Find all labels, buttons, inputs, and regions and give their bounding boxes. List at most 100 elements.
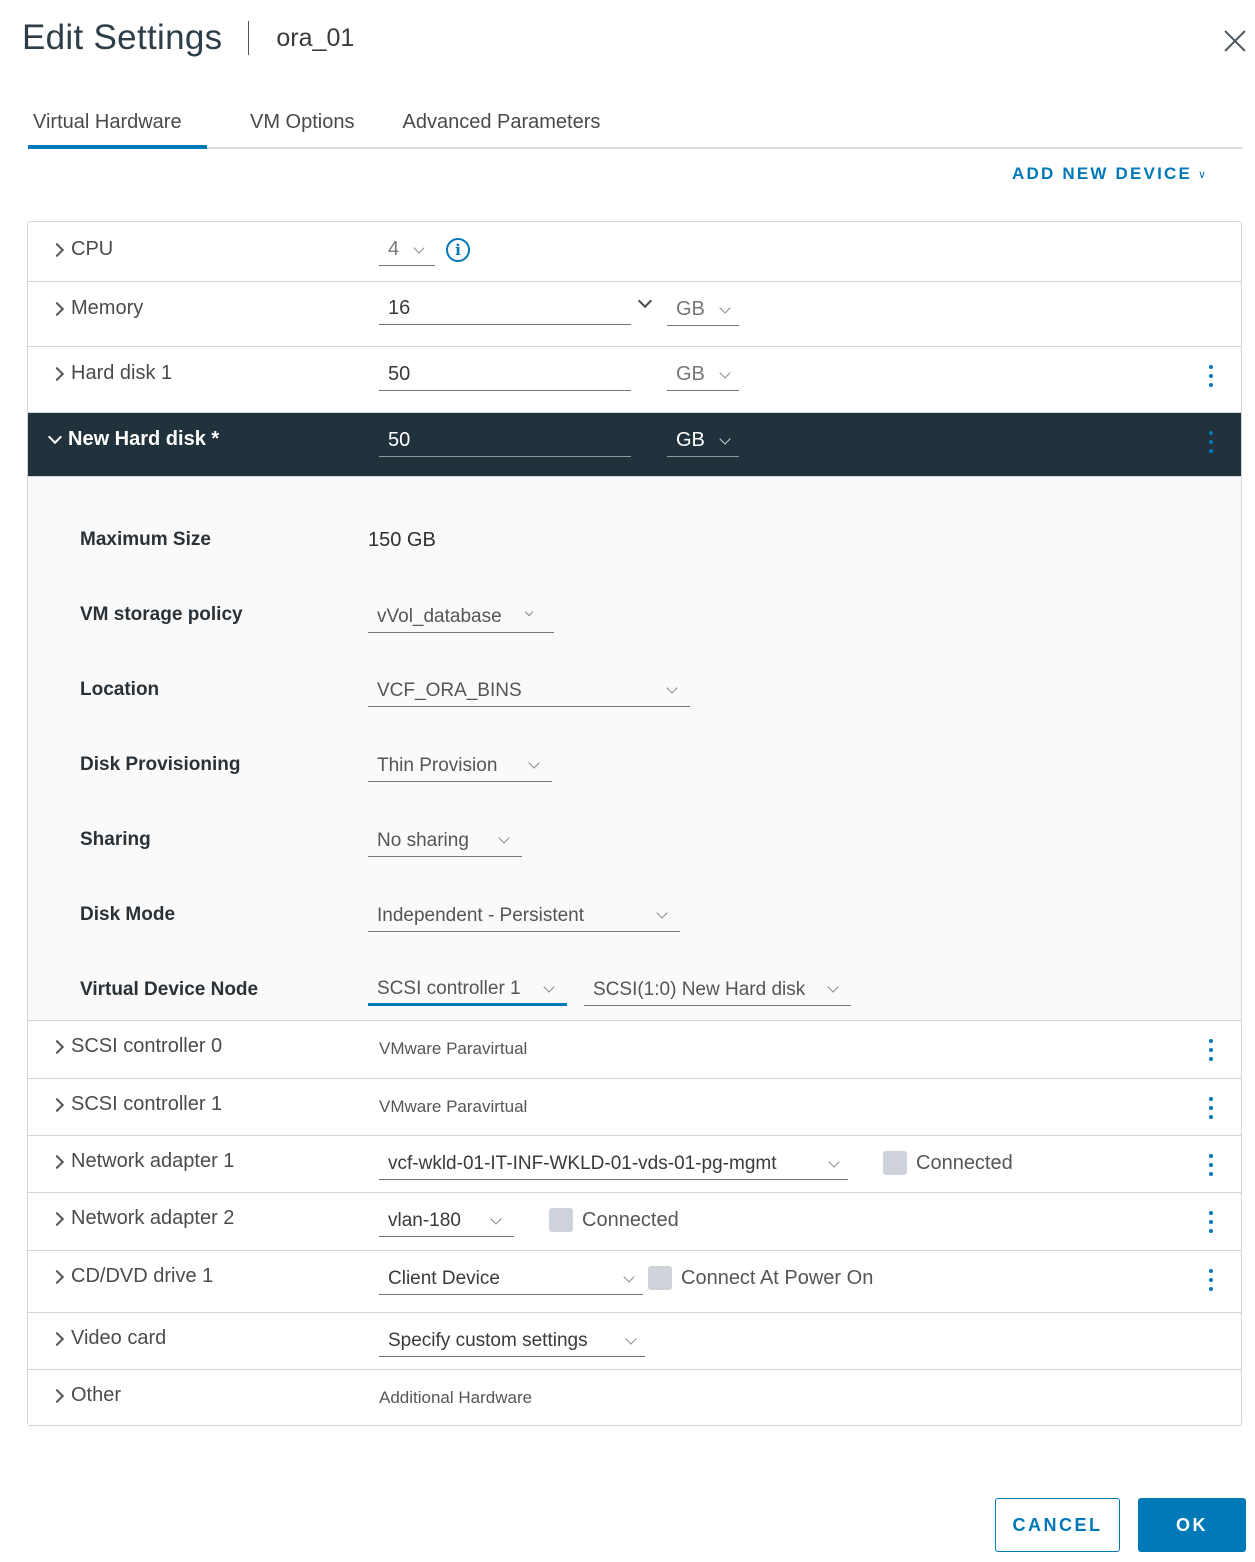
info-icon[interactable]: i (446, 238, 470, 262)
checkbox-label: Connected (582, 1208, 679, 1231)
checkbox-label: Connect At Power On (681, 1266, 874, 1289)
hard-disk-1-size-input[interactable]: 50 (379, 359, 631, 391)
row-label: Video card (71, 1327, 167, 1349)
expand-hard-disk-1[interactable]: Hard disk 1 (49, 362, 172, 385)
disk-mode-value: Independent - Persistent (377, 904, 585, 926)
network-adapter-1-connected-checkbox[interactable]: Connected (883, 1151, 1013, 1175)
kebab-menu-icon[interactable] (1206, 431, 1216, 457)
disk-provisioning-select[interactable]: Thin Provision (368, 750, 552, 782)
chevron-down-icon (498, 832, 510, 844)
dialog-title: Edit Settings (22, 18, 223, 57)
cancel-button[interactable]: CANCEL (995, 1498, 1120, 1552)
add-new-device-button[interactable]: ADD NEW DEVICE ∨ (1012, 164, 1208, 184)
chevron-right-icon (49, 301, 65, 316)
hardware-row-video-card: Video card Specify custom settings (28, 1313, 1241, 1370)
scsi-node-select[interactable]: SCSI(1:0) New Hard disk (584, 974, 851, 1006)
kebab-menu-icon[interactable] (1206, 1097, 1216, 1123)
row-label: CD/DVD drive 1 (71, 1265, 214, 1287)
cd-dvd-value: Client Device (388, 1267, 500, 1289)
collapse-new-hard-disk[interactable]: New Hard disk * (47, 428, 220, 451)
tab-advanced-parameters[interactable]: Advanced Parameters (397, 108, 605, 149)
expand-network-adapter-2[interactable]: Network adapter 2 (49, 1207, 234, 1230)
hardware-row-cpu: CPU 4 i (28, 222, 1241, 282)
storage-policy-select[interactable]: vVol_database (368, 601, 554, 633)
row-label: CPU (71, 238, 114, 260)
expand-cpu[interactable]: CPU (49, 238, 114, 261)
kebab-menu-icon[interactable] (1206, 1039, 1216, 1065)
chevron-down-icon (413, 242, 425, 254)
chevron-down-icon (666, 682, 678, 694)
tab-vm-options[interactable]: VM Options (245, 108, 359, 149)
expand-other[interactable]: Other (49, 1384, 121, 1407)
kebab-menu-icon[interactable] (1206, 365, 1216, 391)
sharing-label: Sharing (80, 829, 151, 850)
connect-at-power-on-checkbox[interactable]: Connect At Power On (648, 1266, 873, 1290)
chevron-down-icon (719, 433, 731, 445)
chevron-right-icon (49, 1097, 65, 1112)
new-hard-disk-size-input[interactable]: 50 (379, 425, 631, 457)
memory-unit-value: GB (676, 298, 705, 320)
chevron-down-icon (47, 429, 63, 444)
network-adapter-1-value: vcf-wkld-01-IT-INF-WKLD-01-vds-01-pg-mgm… (388, 1152, 777, 1174)
location-value: VCF_ORA_BINS (377, 679, 522, 701)
chevron-down-icon (827, 981, 839, 993)
network-adapter-2-value: vlan-180 (388, 1209, 461, 1231)
expand-scsi-controller-0[interactable]: SCSI controller 0 (49, 1035, 223, 1058)
max-size-label: Maximum Size (80, 529, 211, 550)
chevron-down-icon (828, 1156, 840, 1168)
other-description: Additional Hardware (379, 1388, 533, 1407)
cd-dvd-select[interactable]: Client Device (379, 1263, 643, 1295)
location-select[interactable]: VCF_ORA_BINS (368, 675, 690, 707)
chevron-right-icon (49, 366, 65, 381)
ok-button[interactable]: OK (1138, 1498, 1246, 1552)
scsi-controller-1-type: VMware Paravirtual (379, 1097, 528, 1116)
expand-network-adapter-1[interactable]: Network adapter 1 (49, 1150, 235, 1173)
storage-policy-label: VM storage policy (80, 604, 243, 625)
disk-mode-select[interactable]: Independent - Persistent (368, 900, 680, 932)
title-divider (248, 21, 250, 55)
checkbox-box (883, 1151, 907, 1175)
memory-size-input[interactable]: 16 (379, 293, 631, 325)
hard-disk-1-unit-select[interactable]: GB (667, 359, 739, 391)
row-label: SCSI controller 0 (71, 1035, 223, 1057)
chevron-down-icon (656, 907, 668, 919)
row-label: New Hard disk * (68, 428, 220, 450)
network-adapter-1-select[interactable]: vcf-wkld-01-IT-INF-WKLD-01-vds-01-pg-mgm… (379, 1148, 848, 1180)
chevron-down-icon[interactable] (637, 293, 653, 309)
hardware-row-network-adapter-2: Network adapter 2 vlan-180 Connected (28, 1193, 1241, 1251)
hardware-row-new-hard-disk: New Hard disk * 50 GB (28, 413, 1241, 477)
kebab-menu-icon[interactable] (1206, 1211, 1216, 1237)
scsi-controller-value: SCSI controller 1 (377, 977, 521, 999)
video-card-select[interactable]: Specify custom settings (379, 1325, 645, 1357)
chevron-right-icon (49, 1269, 65, 1284)
network-adapter-2-connected-checkbox[interactable]: Connected (549, 1208, 679, 1232)
chevron-right-icon (49, 1154, 65, 1169)
memory-unit-select[interactable]: GB (667, 294, 739, 326)
row-label: Network adapter 1 (71, 1150, 235, 1172)
expand-cd-dvd-drive-1[interactable]: CD/DVD drive 1 (49, 1265, 214, 1288)
sharing-select[interactable]: No sharing (368, 825, 522, 857)
close-icon[interactable] (1222, 28, 1248, 54)
new-hard-disk-unit-select[interactable]: GB (667, 425, 739, 457)
new-hard-disk-size-value: 50 (388, 429, 411, 451)
expand-video-card[interactable]: Video card (49, 1327, 167, 1350)
virtual-hardware-list: CPU 4 i Memory 16 GB Hard disk 1 50 GB N… (27, 221, 1242, 1426)
kebab-menu-icon[interactable] (1206, 1154, 1216, 1180)
cpu-count-select[interactable]: 4 (379, 234, 435, 266)
cpu-count-value: 4 (388, 238, 400, 260)
scsi-node-value: SCSI(1:0) New Hard disk (593, 978, 806, 1000)
expand-memory[interactable]: Memory (49, 297, 143, 320)
network-adapter-2-select[interactable]: vlan-180 (379, 1205, 514, 1237)
scsi-controller-select[interactable]: SCSI controller 1 (368, 974, 567, 1006)
add-new-device-label: ADD NEW DEVICE (1012, 164, 1193, 183)
vm-name: ora_01 (276, 23, 355, 52)
expand-scsi-controller-1[interactable]: SCSI controller 1 (49, 1093, 223, 1116)
chevron-right-icon (49, 242, 65, 257)
chevron-right-icon (49, 1331, 65, 1346)
tab-virtual-hardware[interactable]: Virtual Hardware (28, 108, 207, 149)
kebab-menu-icon[interactable] (1206, 1269, 1216, 1295)
hardware-row-other: Other Additional Hardware (28, 1370, 1241, 1425)
hard-disk-1-unit-value: GB (676, 363, 705, 385)
row-label: SCSI controller 1 (71, 1093, 223, 1115)
dialog-header: Edit Settings ora_01 (22, 18, 354, 58)
